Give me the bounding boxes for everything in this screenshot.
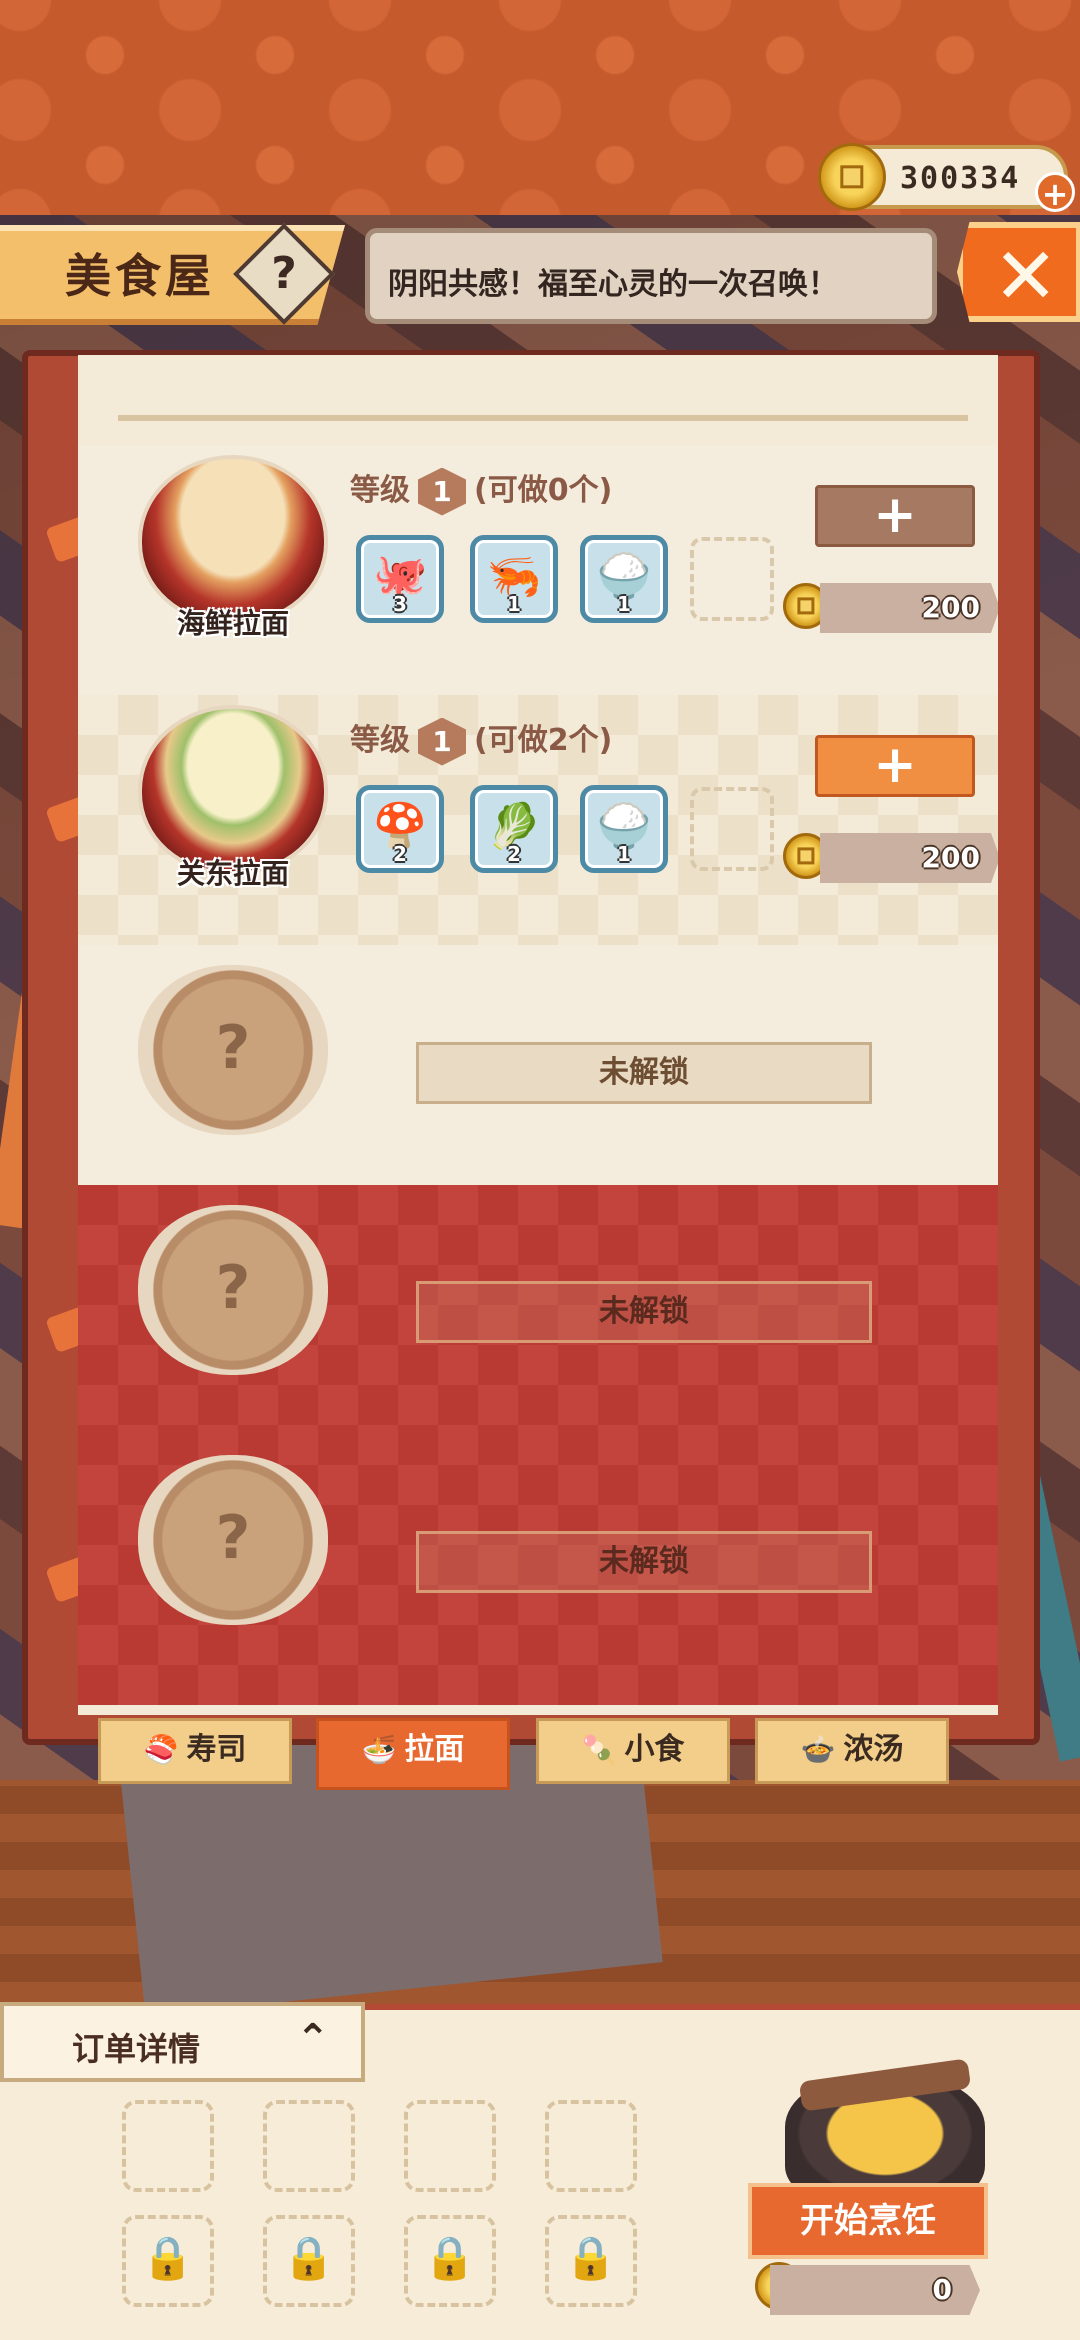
snack-icon: 🍡 bbox=[581, 1733, 617, 1766]
question-icon: ? bbox=[215, 1013, 251, 1083]
locked-recipe-row: ? 未解锁 bbox=[78, 945, 998, 1195]
add-seafood-ramen-button[interactable]: + bbox=[815, 485, 975, 547]
locked-recipe-row: ? 未解锁 bbox=[78, 1455, 998, 1705]
price-tag: 200 bbox=[820, 583, 998, 633]
empty-ingredient-slot bbox=[690, 537, 774, 621]
lock-icon: 🔒 bbox=[141, 2233, 195, 2282]
locked-status-bar: 未解锁 bbox=[416, 1042, 872, 1104]
lock-icon: 🔒 bbox=[423, 2233, 477, 2282]
close-button[interactable]: ✕ bbox=[957, 222, 1080, 322]
chevron-up-icon: ⌃ bbox=[296, 2016, 330, 2062]
locked-order-slot: 🔒 bbox=[263, 2215, 355, 2307]
locked-dish-image: ? bbox=[138, 965, 328, 1135]
question-icon: ? bbox=[271, 248, 297, 299]
announcement-banner: 阴阳共感！福至心灵的一次召唤！ bbox=[365, 228, 937, 324]
locked-dish-image: ? bbox=[138, 1455, 328, 1625]
coin-counter: 300334 bbox=[818, 143, 1068, 211]
locked-order-slot: 🔒 bbox=[122, 2215, 214, 2307]
locked-order-slot: 🔒 bbox=[404, 2215, 496, 2307]
coin-icon bbox=[818, 143, 886, 211]
recipe-row-seafood-ramen: 海鲜拉面 等级 1 (可做0个) 🐙 3 🦐 1 🍚 1 + 200 bbox=[78, 445, 998, 695]
cooking-cost-tag: 0 bbox=[770, 2265, 980, 2315]
price-value: 200 bbox=[921, 591, 980, 624]
locked-status-bar: 未解锁 bbox=[416, 1531, 872, 1593]
ingredient-count: 1 bbox=[507, 592, 521, 616]
page-title: 美食屋 bbox=[65, 249, 215, 303]
ingredient-octopus[interactable]: 🐙 3 bbox=[356, 535, 444, 623]
add-coins-button[interactable]: + bbox=[1035, 172, 1075, 213]
locked-recipe-row: ? 未解锁 bbox=[78, 1205, 998, 1455]
locked-dish-image: ? bbox=[138, 1205, 328, 1375]
close-icon: ✕ bbox=[993, 232, 1059, 322]
start-cooking-button[interactable]: 开始烹饪 bbox=[748, 2183, 988, 2259]
order-slot[interactable] bbox=[545, 2100, 637, 2192]
ingredient-count: 3 bbox=[393, 592, 407, 616]
ingredient-count: 1 bbox=[617, 592, 631, 616]
kanto-ramen-image bbox=[138, 705, 328, 875]
order-details-title: 订单详情 bbox=[72, 2030, 201, 2068]
sushi-icon: 🍣 bbox=[143, 1733, 179, 1766]
locked-order-slot: 🔒 bbox=[545, 2215, 637, 2307]
level-badge: 1 bbox=[418, 717, 466, 766]
question-icon: ? bbox=[215, 1253, 251, 1323]
soup-icon: 🍲 bbox=[800, 1733, 836, 1766]
tab-sushi[interactable]: 🍣 寿司 bbox=[98, 1718, 292, 1784]
dish-name: 关东拉面 bbox=[176, 857, 289, 890]
ingredient-radish[interactable]: 🥬 2 bbox=[470, 785, 558, 873]
lock-icon: 🔒 bbox=[282, 2233, 336, 2282]
can-make-count: (可做2个) bbox=[474, 723, 613, 758]
coin-amount: 300334 bbox=[900, 161, 1021, 196]
seafood-ramen-image bbox=[138, 455, 328, 625]
ingredient-shrimp[interactable]: 🦐 1 bbox=[470, 535, 558, 623]
ingredient-count: 2 bbox=[393, 842, 407, 866]
locked-status-bar: 未解锁 bbox=[416, 1281, 872, 1343]
empty-ingredient-slot bbox=[690, 787, 774, 871]
ramen-icon: 🍜 bbox=[361, 1733, 397, 1766]
can-make-count: (可做0个) bbox=[474, 473, 613, 508]
order-slot[interactable] bbox=[122, 2100, 214, 2192]
banner-text: 阴阳共感！福至心灵的一次召唤！ bbox=[388, 267, 838, 302]
recipe-book-page: 海鲜拉面 等级 1 (可做0个) 🐙 3 🦐 1 🍚 1 + 200 关东拉面 等级… bbox=[78, 355, 998, 1715]
add-kanto-ramen-button[interactable]: + bbox=[815, 735, 975, 797]
tab-label: 小食 bbox=[624, 1732, 685, 1767]
order-details-toggle[interactable]: 订单详情 ⌃ bbox=[0, 2002, 365, 2082]
recipe-row-kanto-ramen: 关东拉面 等级 1 (可做2个) 🍄 2 🥬 2 🍚 1 + 200 bbox=[78, 695, 998, 945]
order-slot[interactable] bbox=[263, 2100, 355, 2192]
ingredient-count: 1 bbox=[617, 842, 631, 866]
tab-label: 拉面 bbox=[404, 1732, 465, 1767]
cooking-cost-value: 0 bbox=[932, 2273, 952, 2306]
tab-soup[interactable]: 🍲 浓汤 bbox=[755, 1718, 949, 1784]
ingredient-rice[interactable]: 🍚 1 bbox=[580, 535, 668, 623]
tab-ramen[interactable]: 🍜 拉面 bbox=[316, 1718, 510, 1790]
level-info: 等级 1 (可做2个) bbox=[350, 715, 612, 766]
tab-label: 浓汤 bbox=[843, 1732, 904, 1767]
question-icon: ? bbox=[215, 1503, 251, 1573]
order-slot[interactable] bbox=[404, 2100, 496, 2192]
level-info: 等级 1 (可做0个) bbox=[350, 465, 612, 516]
price-value: 200 bbox=[921, 841, 980, 874]
level-badge: 1 bbox=[418, 467, 466, 516]
ingredient-mushroom[interactable]: 🍄 2 bbox=[356, 785, 444, 873]
ingredient-rice[interactable]: 🍚 1 bbox=[580, 785, 668, 873]
tab-label: 寿司 bbox=[186, 1732, 247, 1767]
dish-name: 海鲜拉面 bbox=[176, 607, 289, 640]
level-label: 等级 bbox=[350, 723, 410, 758]
page-divider bbox=[118, 415, 968, 421]
ingredient-count: 2 bbox=[507, 842, 521, 866]
tab-snack[interactable]: 🍡 小食 bbox=[536, 1718, 730, 1784]
price-tag: 200 bbox=[820, 833, 998, 883]
lock-icon: 🔒 bbox=[564, 2233, 618, 2282]
level-label: 等级 bbox=[350, 473, 410, 508]
